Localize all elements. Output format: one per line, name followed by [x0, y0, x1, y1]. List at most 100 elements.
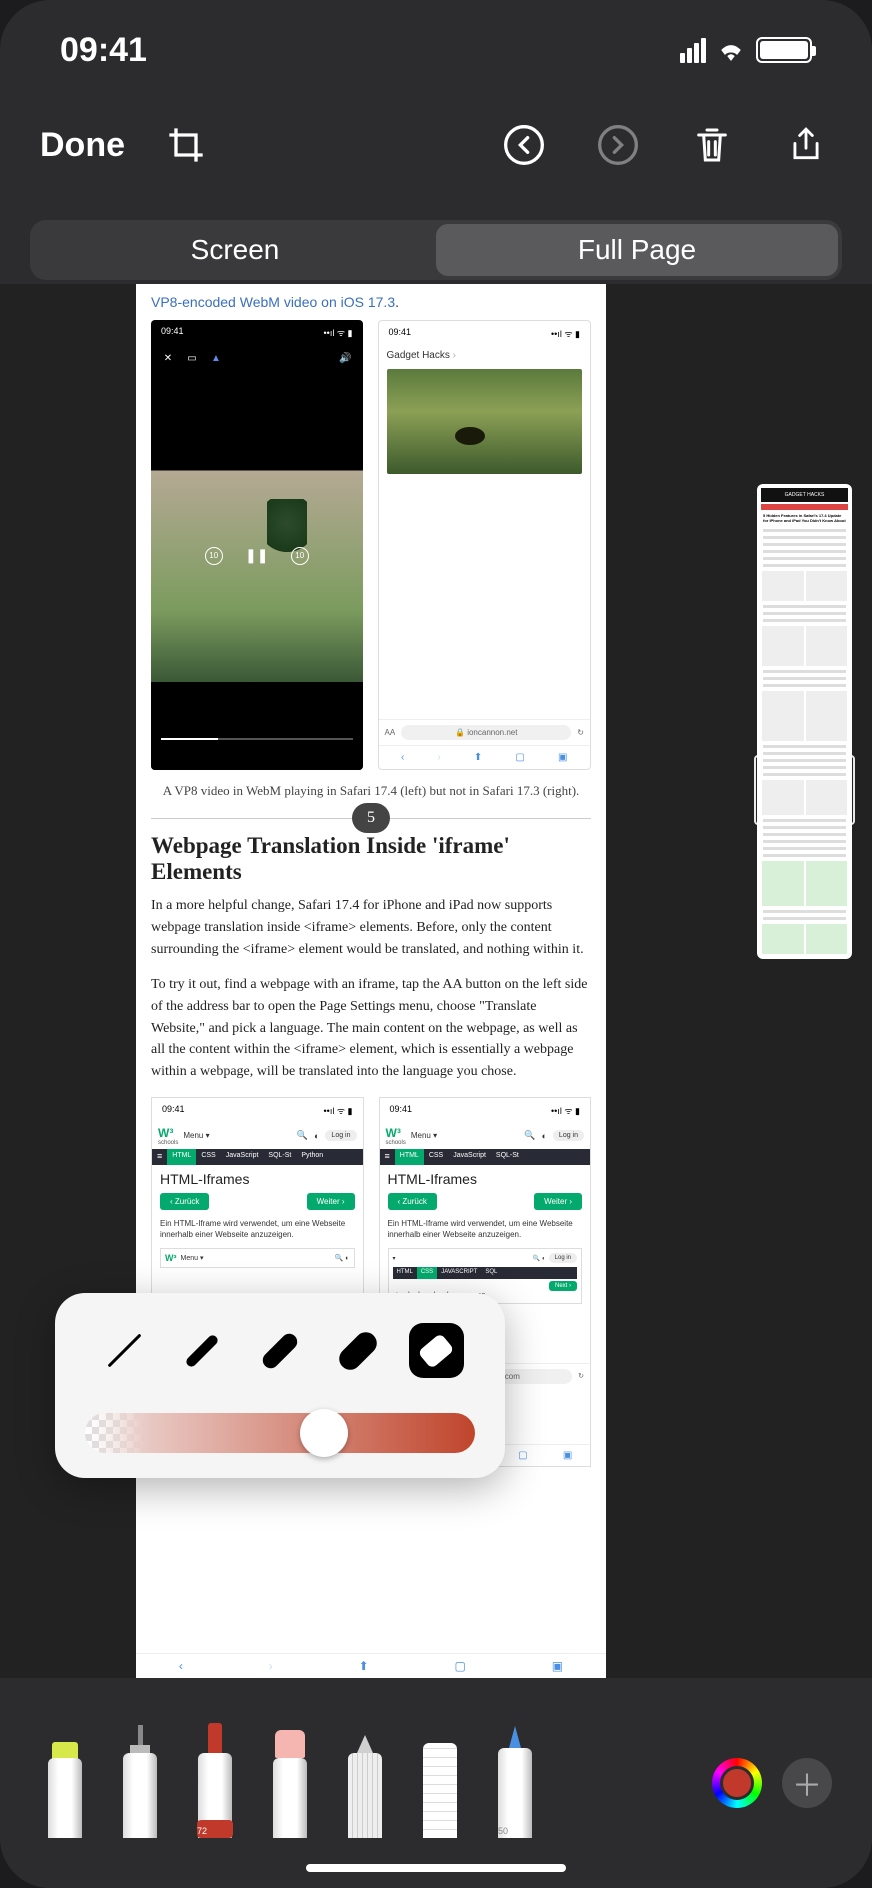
stroke-weight-xthick[interactable]	[331, 1323, 386, 1378]
next-button: Weiter ›	[307, 1193, 355, 1210]
w3-logo: W³	[158, 1126, 178, 1140]
example-screenshots-row: 09:41 ••ıl ᯤ ▮ ✕ ▭ ▲ 🔊	[151, 320, 591, 770]
url-text: 🔒 ioncannon.net	[401, 725, 571, 740]
share-button[interactable]	[780, 119, 832, 171]
pip-icon: ▭	[185, 351, 199, 365]
page-title: HTML-Iframes	[380, 1165, 591, 1189]
done-button[interactable]: Done	[40, 126, 125, 165]
mm-headline: 5 Hidden Features in Safari's 17.4 Updat…	[761, 512, 848, 526]
inner-nav-item: CSS	[417, 1267, 437, 1279]
prev-button: ‹ Zurück	[160, 1193, 209, 1210]
w3-logo-sub: schools	[158, 1140, 178, 1146]
tabs-icon: ▣	[558, 752, 567, 763]
nav-item: CSS	[196, 1149, 220, 1165]
opacity-slider-thumb[interactable]	[300, 1409, 348, 1457]
mini-time: 09:41	[161, 326, 184, 339]
page-minimap[interactable]: GADGET HACKS 5 Hidden Features in Safari…	[757, 484, 852, 959]
inner-nav-item: HTML	[393, 1267, 417, 1279]
opacity-slider[interactable]	[85, 1413, 475, 1453]
stroke-weight-thin[interactable]	[97, 1323, 152, 1378]
mini-time: 09:41	[390, 1104, 413, 1117]
undo-button[interactable]	[498, 119, 550, 171]
inner-nav-item: JAVASCRIPT	[437, 1267, 481, 1279]
highlighter-tool[interactable]	[40, 1723, 90, 1838]
video-play-controls: 10 ❚❚ 10	[151, 547, 363, 565]
iframe-menu: Menu ▾	[181, 1254, 204, 1262]
inner-login: Log in	[549, 1253, 577, 1263]
login-button: Log in	[553, 1130, 584, 1141]
video-thumbnail	[387, 369, 583, 474]
mini-indicators: ••ıl ᯤ ▮	[551, 327, 580, 340]
page-header: Gadget Hacks ›	[379, 346, 591, 365]
tool-size-label: 50	[498, 1826, 508, 1836]
w3-menu: Menu ▾	[411, 1131, 437, 1140]
add-shape-button[interactable]: ＋	[782, 1758, 832, 1808]
minimap-viewport-indicator[interactable]	[754, 755, 855, 825]
scroll-minimap-panel: GADGET HACKS 5 Hidden Features in Safari…	[742, 284, 872, 1678]
segmented-screen[interactable]: Screen	[34, 224, 436, 276]
markup-tool-tray: 72 50 ＋	[0, 1678, 872, 1888]
nav-item: HTML	[167, 1149, 196, 1165]
home-indicator[interactable]	[306, 1864, 566, 1872]
prev-button: ‹ Zurück	[388, 1193, 437, 1210]
share-icon: ⬆	[474, 752, 482, 763]
pencil-tool[interactable]	[340, 1723, 390, 1838]
pen-options-palette	[55, 1293, 505, 1478]
redo-button[interactable]	[592, 119, 644, 171]
segmented-fullpage[interactable]: Full Page	[436, 224, 838, 276]
page-title: HTML-Iframes	[152, 1165, 363, 1189]
ruler-tool[interactable]	[415, 1723, 465, 1838]
mini-time: 09:41	[389, 327, 412, 340]
mm-brand: GADGET HACKS	[761, 488, 848, 502]
forward-button: 10	[291, 547, 309, 565]
current-color-swatch	[720, 1766, 754, 1800]
back-icon: ‹	[401, 752, 404, 763]
iframe-preview: W³ Menu ▾ 🔍 ◐	[160, 1248, 355, 1268]
darkmode-icon: ◐	[314, 1131, 319, 1141]
reload-icon: ↻	[577, 728, 584, 737]
markup-toolbar: Done	[0, 110, 872, 180]
close-icon: ✕	[161, 351, 175, 365]
next-button: Weiter ›	[534, 1193, 582, 1210]
example-screenshot-left: 09:41 ••ıl ᯤ ▮ ✕ ▭ ▲ 🔊	[151, 320, 363, 770]
video-scrubber	[161, 738, 353, 740]
volume-icon: 🔊	[339, 351, 353, 365]
color-picker-button[interactable]	[712, 1758, 762, 1808]
cellular-icon	[680, 38, 706, 63]
page-description: Ein HTML-Iframe wird verwendet, um eine …	[380, 1214, 591, 1244]
mini-indicators: ••ıl ᯤ ▮	[324, 1104, 353, 1117]
stroke-weight-eraser[interactable]	[409, 1323, 464, 1378]
eraser-tool[interactable]	[265, 1723, 315, 1838]
nav-item: CSS	[424, 1149, 448, 1165]
forward-icon: ›	[269, 1659, 273, 1673]
forward-icon: ›	[437, 752, 440, 763]
video-top-controls: ✕ ▭ ▲ 🔊	[151, 345, 363, 371]
status-right	[680, 37, 812, 63]
stroke-weight-medium[interactable]	[175, 1323, 230, 1378]
wifi-icon	[716, 39, 746, 61]
section-heading: Webpage Translation Inside 'iframe' Elem…	[151, 833, 591, 885]
link-suffix: .	[395, 294, 399, 310]
mini-status-bar: 09:41 ••ıl ᯤ ▮	[379, 321, 591, 346]
nav-item: JavaScript	[221, 1149, 264, 1165]
airplay-icon: ▲	[209, 351, 223, 365]
pen-tool[interactable]: 50	[490, 1723, 540, 1838]
fineliner-tool[interactable]	[115, 1723, 165, 1838]
stroke-weight-thick[interactable]	[253, 1323, 308, 1378]
darkmode-icon: ◐	[541, 1131, 546, 1141]
hamburger-icon: ≡	[380, 1149, 395, 1165]
nav-item: JavaScript	[448, 1149, 491, 1165]
bookmarks-icon: ▢	[515, 752, 524, 763]
marker-tool[interactable]: 72	[190, 1703, 240, 1838]
mini-time: 09:41	[162, 1104, 185, 1117]
status-bar: 09:41	[0, 0, 872, 100]
nav-item: Python	[296, 1149, 328, 1165]
page-description: Ein HTML-Iframe wird verwendet, um eine …	[152, 1214, 363, 1244]
crop-button[interactable]	[160, 119, 212, 171]
inner-nav-item: SQL	[481, 1267, 501, 1279]
w3-header: W³schools Menu ▾ 🔍 ◐ Log in	[380, 1123, 591, 1149]
delete-button[interactable]	[686, 119, 738, 171]
bookmarks-icon: ▢	[455, 1659, 466, 1673]
battery-icon	[756, 37, 812, 63]
view-mode-segmented[interactable]: Screen Full Page	[30, 220, 842, 280]
